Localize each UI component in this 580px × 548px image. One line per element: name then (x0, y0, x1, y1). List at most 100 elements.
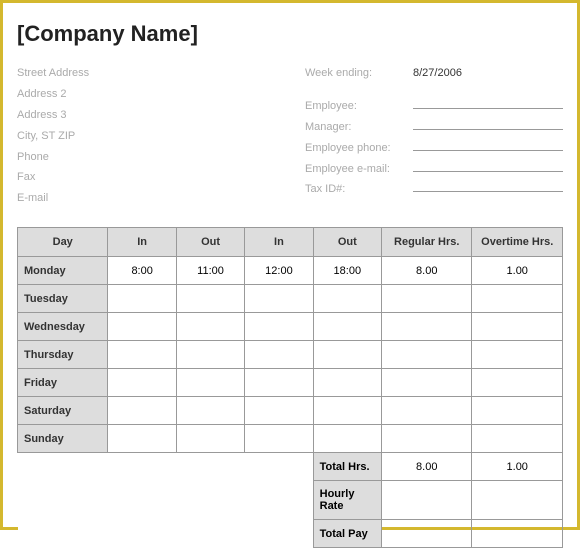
hourly-rate-ot[interactable] (472, 481, 563, 520)
th-in2: In (245, 228, 313, 257)
row-total-pay: Total Pay (18, 520, 563, 548)
manager-line (413, 118, 563, 130)
sat-out1[interactable] (176, 397, 244, 425)
fri-out1[interactable] (176, 369, 244, 397)
day-wed: Wednesday (18, 313, 108, 341)
tax-id-label: Tax ID#: (305, 179, 405, 200)
wed-out2[interactable] (313, 313, 381, 341)
wed-reg (382, 313, 472, 341)
mon-ot: 1.00 (472, 257, 563, 285)
company-name: [Company Name] (17, 21, 563, 47)
mon-in1[interactable]: 8:00 (108, 257, 176, 285)
row-wednesday: Wednesday (18, 313, 563, 341)
mon-out2[interactable]: 18:00 (313, 257, 381, 285)
thu-reg (382, 341, 472, 369)
th-in1: In (108, 228, 176, 257)
th-reg: Regular Hrs. (382, 228, 472, 257)
total-hrs-label: Total Hrs. (313, 453, 381, 481)
day-sun: Sunday (18, 425, 108, 453)
address-3: Address 3 (17, 105, 275, 126)
address-block: Street Address Address 2 Address 3 City,… (17, 63, 275, 209)
thu-out1[interactable] (176, 341, 244, 369)
total-reg: 8.00 (382, 453, 472, 481)
mon-reg: 8.00 (382, 257, 472, 285)
sun-out2[interactable] (313, 425, 381, 453)
sat-ot (472, 397, 563, 425)
week-ending-value: 8/27/2006 (413, 63, 462, 84)
tue-in1[interactable] (108, 285, 176, 313)
mon-out1[interactable]: 11:00 (176, 257, 244, 285)
th-out1: Out (176, 228, 244, 257)
tue-in2[interactable] (245, 285, 313, 313)
row-tuesday: Tuesday (18, 285, 563, 313)
row-thursday: Thursday (18, 341, 563, 369)
fri-out2[interactable] (313, 369, 381, 397)
sat-reg (382, 397, 472, 425)
wed-in2[interactable] (245, 313, 313, 341)
sat-in2[interactable] (245, 397, 313, 425)
spacer (18, 453, 314, 481)
wed-in1[interactable] (108, 313, 176, 341)
sun-ot (472, 425, 563, 453)
total-pay-reg (382, 520, 472, 548)
fri-in1[interactable] (108, 369, 176, 397)
emp-phone-line (413, 139, 563, 151)
thu-in2[interactable] (245, 341, 313, 369)
tue-out2[interactable] (313, 285, 381, 313)
fri-in2[interactable] (245, 369, 313, 397)
row-monday: Monday 8:00 11:00 12:00 18:00 8.00 1.00 (18, 257, 563, 285)
th-ot: Overtime Hrs. (472, 228, 563, 257)
sat-out2[interactable] (313, 397, 381, 425)
th-out2: Out (313, 228, 381, 257)
hourly-rate-reg[interactable] (382, 481, 472, 520)
tue-out1[interactable] (176, 285, 244, 313)
fax-label: Fax (17, 167, 275, 188)
manager-label: Manager: (305, 117, 405, 138)
day-mon: Monday (18, 257, 108, 285)
fri-ot (472, 369, 563, 397)
wed-out1[interactable] (176, 313, 244, 341)
fri-reg (382, 369, 472, 397)
day-sat: Saturday (18, 397, 108, 425)
thu-out2[interactable] (313, 341, 381, 369)
row-hourly-rate: Hourly Rate (18, 481, 563, 520)
day-fri: Friday (18, 369, 108, 397)
thu-ot (472, 341, 563, 369)
week-ending-label: Week ending: (305, 63, 405, 84)
spacer (18, 481, 314, 520)
address-2: Address 2 (17, 84, 275, 105)
row-friday: Friday (18, 369, 563, 397)
timesheet-frame: [Company Name] Street Address Address 2 … (0, 0, 580, 530)
phone-label: Phone (17, 147, 275, 168)
meta-block: Week ending: 8/27/2006 Employee: Manager… (305, 63, 563, 209)
email-label: E-mail (17, 188, 275, 209)
day-tue: Tuesday (18, 285, 108, 313)
sun-in1[interactable] (108, 425, 176, 453)
total-pay-label: Total Pay (313, 520, 381, 548)
mon-in2[interactable]: 12:00 (245, 257, 313, 285)
sat-in1[interactable] (108, 397, 176, 425)
employee-label: Employee: (305, 96, 405, 117)
hourly-rate-label: Hourly Rate (313, 481, 381, 520)
row-total-hrs: Total Hrs. 8.00 1.00 (18, 453, 563, 481)
emp-email-line (413, 160, 563, 172)
street-address: Street Address (17, 63, 275, 84)
spacer (18, 520, 314, 548)
row-sunday: Sunday (18, 425, 563, 453)
total-pay-ot (472, 520, 563, 548)
day-thu: Thursday (18, 341, 108, 369)
th-day: Day (18, 228, 108, 257)
timesheet-table: Day In Out In Out Regular Hrs. Overtime … (17, 227, 563, 548)
sun-out1[interactable] (176, 425, 244, 453)
tue-ot (472, 285, 563, 313)
total-ot: 1.00 (472, 453, 563, 481)
header-block: Street Address Address 2 Address 3 City,… (17, 63, 563, 209)
city-st-zip: City, ST ZIP (17, 126, 275, 147)
sun-in2[interactable] (245, 425, 313, 453)
wed-ot (472, 313, 563, 341)
row-saturday: Saturday (18, 397, 563, 425)
tue-reg (382, 285, 472, 313)
thu-in1[interactable] (108, 341, 176, 369)
tax-id-line (413, 180, 563, 192)
sun-reg (382, 425, 472, 453)
